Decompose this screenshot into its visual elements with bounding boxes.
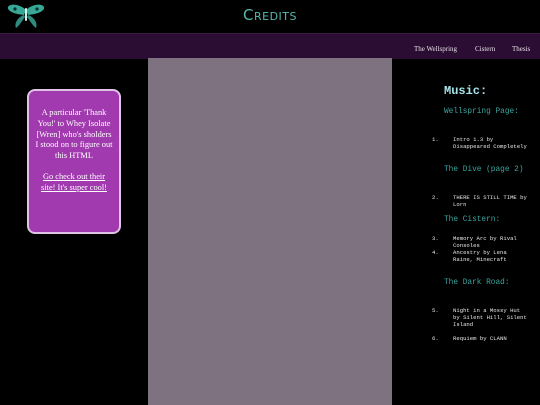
thanks-card: A particular 'Thank You!' to Whey Isolat…	[27, 89, 121, 234]
section-heading-dive: The Dive (page 2)	[444, 166, 524, 174]
section-heading-dark-road: The Dark Road:	[444, 279, 510, 287]
section-heading-wellspring: Wellspring Page:	[444, 108, 519, 116]
track-title: Night in a Mossy Hut by Silent Hill, Sil…	[453, 307, 527, 329]
track-number: 2.	[432, 194, 439, 201]
track-title: Ancestry by Lena Raine, Minecraft	[453, 249, 507, 264]
nav-link-thesis[interactable]: Thesis	[512, 45, 530, 53]
page-title: Credits	[243, 6, 297, 24]
nav-link-wellspring[interactable]: The Wellspring	[414, 45, 457, 53]
track-title: THERE IS STILL TIME by Lorn	[453, 194, 527, 209]
track-title: Intro 1.3 by Disappeared Completely	[453, 136, 527, 151]
track-number: 6.	[432, 335, 439, 342]
top-nav: The Wellspring Cistern Thesis	[0, 33, 540, 59]
track-number: 1.	[432, 136, 439, 143]
nav-link-cistern[interactable]: Cistern	[475, 45, 495, 53]
track-number: 3.	[432, 235, 439, 242]
wren-site-link[interactable]: Go check out their site! It's super cool…	[35, 172, 113, 194]
site-header: Credits	[0, 0, 540, 33]
track-title: Memory Arc by Rival Consoles	[453, 235, 517, 250]
music-heading: Music:	[444, 84, 488, 98]
main-content-frame[interactable]	[148, 58, 392, 405]
track-number: 4.	[432, 249, 439, 256]
track-title: Requiem by CLANN	[453, 335, 507, 342]
thanks-message: A particular 'Thank You!' to Whey Isolat…	[35, 108, 113, 161]
section-heading-cistern: The Cistern:	[444, 216, 501, 224]
track-number: 5.	[432, 307, 439, 314]
